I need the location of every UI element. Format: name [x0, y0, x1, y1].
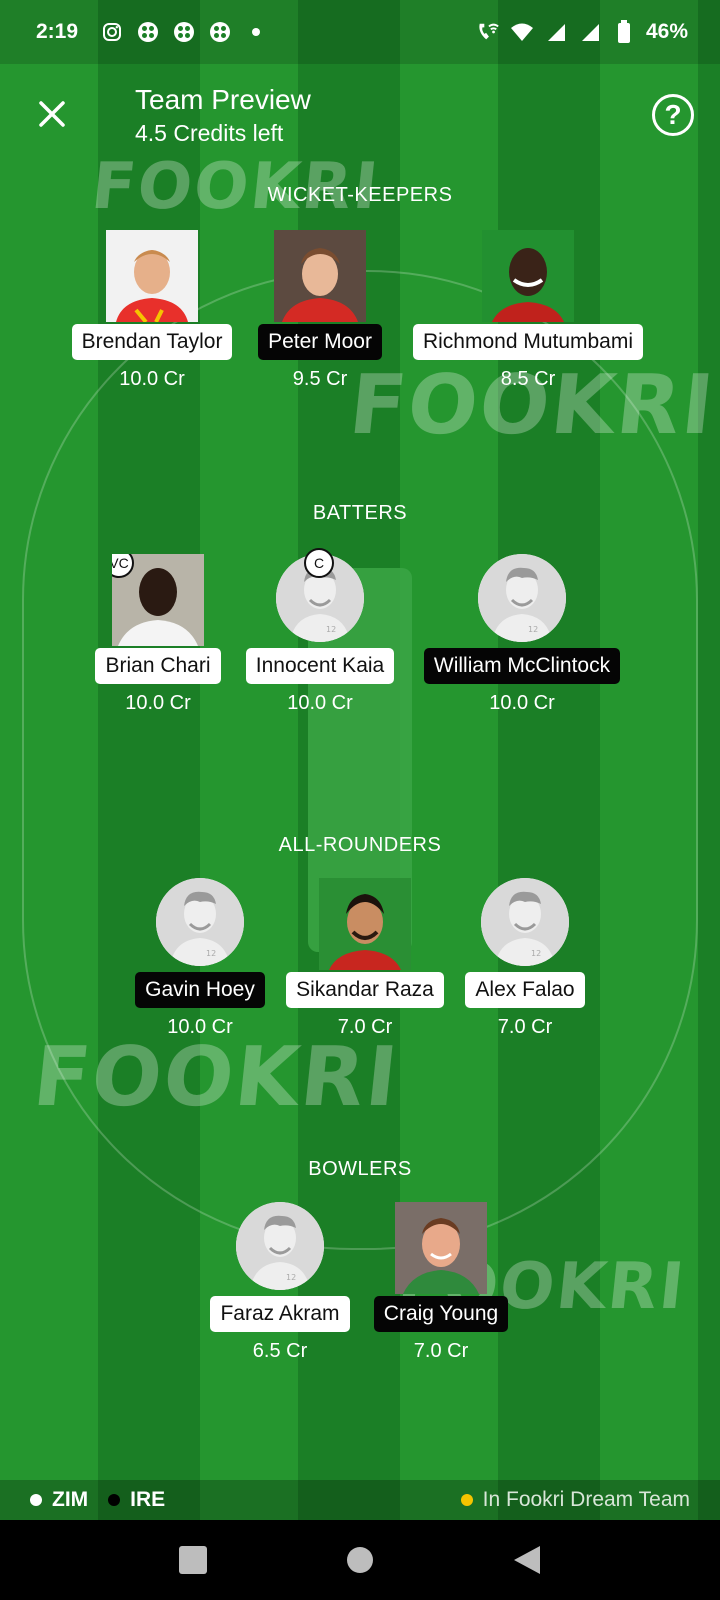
player-credit: 7.0 Cr	[337, 1016, 393, 1038]
recents-button[interactable]	[171, 1538, 215, 1582]
system-nav-bar	[0, 1520, 720, 1600]
team-legend: ZIM IRE In Fookri Dream Team	[0, 1480, 720, 1520]
home-button[interactable]	[338, 1538, 382, 1582]
battery-percent: 46%	[645, 20, 688, 43]
dot-icon	[244, 20, 268, 44]
legend-team1-label: ZIM	[52, 1488, 89, 1511]
legend-team2: IRE	[108, 1488, 165, 1512]
player-avatar-placeholder: 12	[236, 1202, 324, 1290]
player-credit: 9.5 Cr	[292, 368, 348, 390]
player-name: Richmond Mutumbami	[412, 324, 644, 360]
player-credit: 10.0 Cr	[119, 368, 185, 390]
signal-icon	[578, 20, 602, 44]
watermark: FOOKRI	[29, 1030, 404, 1125]
legend-dream-team: In Fookri Dream Team	[460, 1488, 690, 1512]
legend-dream-team-label: In Fookri Dream Team	[482, 1488, 690, 1511]
player-photo	[395, 1202, 487, 1294]
player-credit: 10.0 Cr	[489, 692, 555, 714]
player-photo	[106, 230, 198, 322]
legend-team2-label: IRE	[130, 1488, 166, 1511]
wifi-call-icon	[476, 20, 500, 44]
battery-icon	[612, 20, 636, 44]
player-card[interactable]: Peter Moor 9.5 Cr	[200, 230, 440, 391]
player-name: Innocent Kaia	[245, 648, 395, 684]
player-name: Alex Falao	[465, 972, 585, 1008]
square-icon	[179, 1546, 208, 1574]
player-credit: 7.0 Cr	[413, 1340, 469, 1362]
white-dot-icon	[30, 1494, 42, 1506]
player-credit: 10.0 Cr	[167, 1016, 233, 1038]
close-icon	[39, 101, 65, 127]
svg-text:12: 12	[531, 949, 541, 958]
svg-text:12: 12	[528, 625, 538, 634]
app-icon	[172, 20, 196, 44]
player-card[interactable]: Richmond Mutumbami 8.5 Cr	[408, 230, 648, 391]
player-avatar-placeholder: 12	[478, 554, 566, 642]
player-credit: 10.0 Cr	[287, 692, 353, 714]
player-card[interactable]: 12 William McClintock 10.0 Cr	[402, 554, 642, 715]
player-card[interactable]: 12 Alex Falao 7.0 Cr	[405, 878, 645, 1039]
player-name: Craig Young	[373, 1296, 509, 1332]
section-all-rounders: ALL-ROUNDERS	[278, 834, 442, 856]
player-card[interactable]: Craig Young 7.0 Cr	[321, 1202, 561, 1363]
help-icon[interactable]: ?	[652, 94, 694, 136]
app-icon	[208, 20, 232, 44]
yellow-dot-icon	[460, 1494, 473, 1506]
app-header: Team Preview 4.5 Credits left ?	[0, 78, 720, 150]
status-bar: 2:19 46%	[0, 0, 720, 64]
player-photo: VC	[112, 554, 204, 646]
svg-text:12: 12	[206, 949, 216, 958]
player-photo	[482, 230, 574, 322]
player-photo	[274, 230, 366, 322]
legend-team1: ZIM	[30, 1488, 88, 1512]
player-photo	[319, 878, 411, 970]
close-button[interactable]	[30, 92, 74, 136]
section-bowlers: BOWLERS	[308, 1158, 412, 1180]
wifi-icon	[510, 20, 534, 44]
captain-badge: C	[304, 548, 334, 578]
player-name: Peter Moor	[258, 324, 382, 360]
back-button[interactable]	[505, 1538, 549, 1582]
player-avatar-placeholder: 12	[481, 878, 569, 966]
signal-icon	[544, 20, 568, 44]
section-wicket-keepers: WICKET-KEEPERS	[267, 184, 453, 206]
triangle-back-icon	[513, 1546, 540, 1574]
player-credit: 8.5 Cr	[500, 368, 556, 390]
black-dot-icon	[108, 1494, 121, 1506]
section-batters: BATTERS	[312, 502, 408, 524]
player-name: William McClintock	[423, 648, 621, 684]
svg-text:12: 12	[326, 625, 336, 634]
circle-icon	[346, 1547, 373, 1573]
instagram-icon	[100, 20, 124, 44]
player-credit: 7.0 Cr	[497, 1016, 553, 1038]
page-title: Team Preview	[135, 84, 311, 115]
player-credit: 6.5 Cr	[252, 1340, 308, 1362]
credits-left: 4.5 Credits left	[135, 120, 284, 146]
player-credit: 10.0 Cr	[125, 692, 191, 714]
app-icon	[136, 20, 160, 44]
svg-text:12: 12	[286, 1273, 296, 1282]
status-time: 2:19	[36, 20, 79, 43]
player-avatar-placeholder: 12	[156, 878, 244, 966]
